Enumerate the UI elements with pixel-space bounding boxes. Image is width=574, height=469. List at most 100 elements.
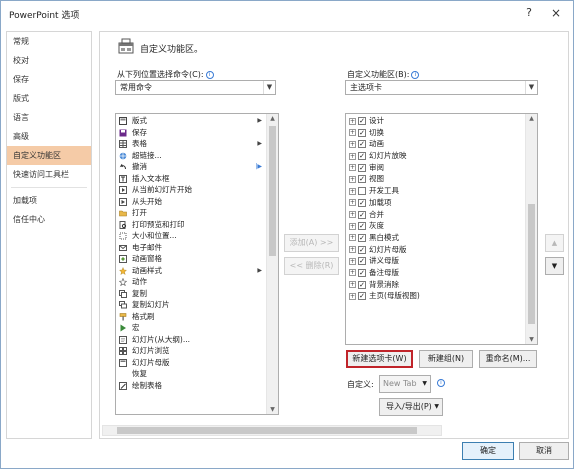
list-item[interactable]: 表格 ▶ [116,138,266,150]
tree-item[interactable]: + 开发工具 [346,185,526,197]
expand-icon[interactable]: + [349,187,356,195]
list-item[interactable]: 大小和位置... [116,230,266,242]
list-item[interactable]: 复制 [116,288,266,300]
expand-icon[interactable]: + [349,281,356,289]
checkbox[interactable]: ✓ [358,245,366,254]
list-item[interactable]: 从当前幻灯片开始 [116,184,266,196]
expand-icon[interactable]: + [349,175,356,183]
move-down-button[interactable]: ▼ [545,257,564,275]
tree-item[interactable]: + ✓ 讲义母版 [346,255,526,267]
tree-item[interactable]: + ✓ 合并 [346,209,526,221]
list-item[interactable]: 保存 [116,127,266,139]
close-button[interactable]: × [547,5,565,21]
checkbox[interactable]: ✓ [358,163,366,172]
checkbox[interactable] [358,187,366,196]
expand-icon[interactable]: + [349,234,356,242]
tree-item[interactable]: + ✓ 幻灯片放映 [346,150,526,162]
tree-item[interactable]: + ✓ 主页(母版视图) [346,290,526,302]
checkbox[interactable]: ✓ [358,210,366,219]
scroll-up-icon[interactable]: ▲ [267,115,278,122]
tree-item[interactable]: + ✓ 视图 [346,173,526,185]
ok-button[interactable]: 确定 [462,442,514,460]
checkbox[interactable]: ✓ [358,292,366,301]
chevron-down-icon[interactable]: ▼ [422,376,427,392]
list-item[interactable]: 动画窗格 [116,253,266,265]
help-button[interactable]: ? [521,5,537,21]
expand-icon[interactable]: + [349,211,356,218]
list-item[interactable]: 幻灯片母版 [116,357,266,369]
scroll-thumb[interactable] [528,204,535,324]
chevron-down-icon[interactable]: ▼ [525,81,537,94]
rename-button[interactable]: 重命名(M)... [479,350,537,368]
sidebar-item-trust-center[interactable]: 信任中心 [7,210,91,229]
list-item[interactable]: 超链接... [116,150,266,162]
expand-icon[interactable]: + [349,222,356,230]
list-item[interactable]: 幻灯片浏览 [116,345,266,357]
tree-item[interactable]: + ✓ 审阅 [346,162,526,174]
checkbox[interactable]: ✓ [358,175,366,184]
list-item[interactable]: 撤消 |▶ [116,161,266,173]
tabs-scrollbar[interactable]: ▲ ▼ [525,114,537,344]
checkbox[interactable]: ✓ [358,152,366,161]
sidebar-item-general[interactable]: 常规 [7,32,91,51]
scroll-down-icon[interactable]: ▼ [526,336,537,343]
checkbox[interactable]: ✓ [358,268,366,277]
list-item[interactable]: 从头开始 [116,196,266,208]
checkbox[interactable]: ✓ [358,222,366,231]
expand-icon[interactable]: + [349,117,356,125]
import-export-button[interactable]: 导入/导出(P) ▼ [379,398,443,416]
checkbox[interactable]: ✓ [358,140,366,149]
checkbox[interactable]: ✓ [358,117,366,125]
checkbox[interactable]: ✓ [358,257,366,266]
expand-icon[interactable]: + [349,257,356,265]
tree-item[interactable]: + ✓ 黑白模式 [346,232,526,244]
sidebar-item-addins[interactable]: 加载项 [7,191,91,210]
ribbon-tabs-tree[interactable]: + ✓ 设计 + ✓ 切换 + ✓ 动画 + ✓ 幻灯片放映 + ✓ 审阅 + ✓ 视图 + 开发工具 +… [345,113,538,345]
scroll-up-icon[interactable]: ▲ [526,115,537,122]
commands-scrollbar[interactable]: ▲ ▼ [266,114,278,414]
customize-ribbon-combo[interactable]: 主选项卡 ▼ [345,80,538,95]
new-tab-button[interactable]: 新建选项卡(W) [346,350,413,368]
list-item[interactable]: 版式 ▶ [116,115,266,127]
checkbox[interactable]: ✓ [358,233,366,242]
expand-icon[interactable]: + [349,164,356,172]
list-item[interactable]: 动画样式 ▶ [116,265,266,277]
list-item[interactable]: 宏 [116,322,266,334]
sidebar-item-customize-ribbon[interactable]: 自定义功能区 [7,146,91,165]
horizontal-scrollbar[interactable] [102,425,442,436]
tree-item[interactable]: + ✓ 幻灯片母版 [346,244,526,256]
scroll-thumb[interactable] [269,126,276,256]
commands-list[interactable]: 版式 ▶ 保存 表格 ▶ 超链接... 撤消 |▶ 插入文本框 从当前幻灯片开始 从头… [115,113,279,415]
choose-commands-combo[interactable]: 常用命令 ▼ [115,80,276,95]
tree-item[interactable]: + ✓ 动画 [346,138,526,150]
add-button[interactable]: 添加(A) >> [284,234,339,252]
new-group-button[interactable]: 新建组(N) [419,350,473,368]
list-item[interactable]: 格式刷 [116,311,266,323]
chevron-down-icon[interactable]: ▼ [263,81,275,94]
sidebar-item-advanced[interactable]: 高级 [7,127,91,146]
checkbox[interactable]: ✓ [358,280,366,289]
expand-icon[interactable]: + [349,129,356,137]
list-item[interactable]: 恢复 [116,368,266,380]
expand-icon[interactable]: + [349,269,356,277]
tree-item[interactable]: + ✓ 设计 [346,115,526,127]
expand-icon[interactable]: + [349,152,356,160]
tree-item[interactable]: + ✓ 加载项 [346,197,526,209]
checkbox[interactable]: ✓ [358,128,366,137]
scroll-thumb[interactable] [117,427,417,434]
expand-icon[interactable]: + [349,140,356,148]
checkbox[interactable]: ✓ [358,198,366,207]
list-item[interactable]: 复制幻灯片 [116,299,266,311]
list-item[interactable]: 电子邮件 [116,242,266,254]
tree-item[interactable]: + ✓ 灰度 [346,220,526,232]
sidebar-item-proofing[interactable]: 校对 [7,51,91,70]
move-up-button[interactable]: ▲ [545,234,564,252]
expand-icon[interactable]: + [349,292,356,300]
list-item[interactable]: 打印预览和打印 [116,219,266,231]
sidebar-item-quick-access[interactable]: 快速访问工具栏 [7,165,91,184]
list-item[interactable]: 幻灯片(从大纲)... [116,334,266,346]
scroll-down-icon[interactable]: ▼ [267,406,278,413]
list-item[interactable]: 绘制表格 [116,380,266,392]
tree-item[interactable]: + ✓ 背景消除 [346,279,526,291]
list-item[interactable]: 插入文本框 [116,173,266,185]
